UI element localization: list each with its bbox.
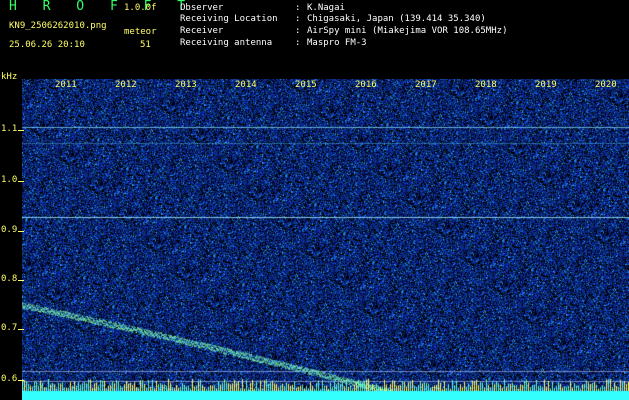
info-key: Receiving Location bbox=[180, 14, 278, 24]
info-key: Receiving antenna bbox=[180, 38, 273, 48]
spectrogram-canvas[interactable] bbox=[22, 79, 629, 400]
info-value: Maspro FM-3 bbox=[307, 38, 367, 48]
y-tick-mark bbox=[18, 280, 24, 281]
x-tick-label: 2015 bbox=[295, 80, 317, 90]
y-tick-label: 0.9 bbox=[1, 225, 18, 235]
info-sep: : bbox=[295, 26, 301, 36]
x-tick-label: 2012 bbox=[115, 80, 137, 90]
x-tick-label: 2017 bbox=[415, 80, 437, 90]
y-tick-mark bbox=[18, 130, 24, 131]
info-sep: : bbox=[295, 3, 301, 13]
info-row-antenna: Receiving antenna: Maspro FM-3 bbox=[180, 38, 367, 49]
y-tick-label: 0.8 bbox=[1, 274, 18, 284]
y-tick-label: 1.1 bbox=[1, 124, 18, 134]
y-tick-label: 0.6 bbox=[1, 374, 18, 384]
version-label: 1.0.0f bbox=[124, 3, 157, 13]
timestamp-label: 25.06.26 20:10 bbox=[9, 40, 85, 50]
meteor-label: meteor bbox=[124, 27, 157, 37]
y-tick-label: 0.7 bbox=[1, 323, 18, 333]
y-tick-mark bbox=[18, 181, 24, 182]
header-panel: H R O F F T 1.0.0f KN9_2506262010.png me… bbox=[0, 0, 629, 76]
info-row-location: Receiving Location: Chigasaki, Japan (139… bbox=[180, 14, 486, 25]
filename-label: KN9_2506262010.png bbox=[9, 21, 107, 31]
info-row-observer: Observer: K.Nagai bbox=[180, 3, 345, 14]
meteor-count: 51 bbox=[140, 40, 151, 50]
info-row-receiver: Receiver: AirSpy mini (Miakejima VOR 108.… bbox=[180, 26, 507, 37]
info-key: Receiver bbox=[180, 26, 224, 36]
x-tick-label: 2016 bbox=[355, 80, 377, 90]
x-tick-label: 2020 bbox=[595, 80, 617, 90]
x-tick-label: 2019 bbox=[535, 80, 557, 90]
y-tick-mark bbox=[18, 329, 24, 330]
info-sep: : bbox=[295, 38, 301, 48]
x-tick-label: 2013 bbox=[175, 80, 197, 90]
y-tick-mark bbox=[18, 380, 24, 381]
x-tick-label: 2011 bbox=[55, 80, 77, 90]
info-key: Observer bbox=[180, 3, 224, 13]
x-tick-label: 2018 bbox=[475, 80, 497, 90]
info-value: AirSpy mini (Miakejima VOR 108.65MHz) bbox=[307, 26, 508, 36]
info-sep: : bbox=[295, 14, 301, 24]
info-value: Chigasaki, Japan (139.414 35.340) bbox=[307, 14, 486, 24]
y-tick-label: 1.0 bbox=[1, 175, 18, 185]
y-tick-mark bbox=[18, 231, 24, 232]
app-brand: H R O F F T bbox=[9, 0, 195, 14]
x-tick-label: 2014 bbox=[235, 80, 257, 90]
info-value: K.Nagai bbox=[307, 3, 345, 13]
y-axis-unit: kHz bbox=[1, 72, 18, 82]
